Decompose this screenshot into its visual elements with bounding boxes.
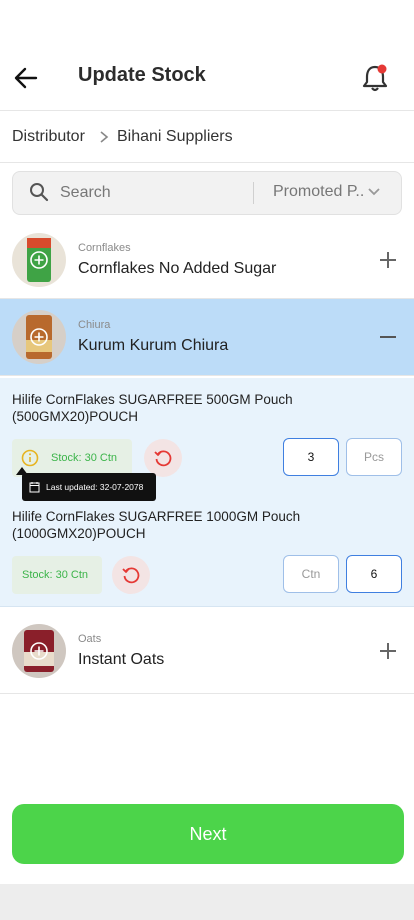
info-icon[interactable] [21,449,39,467]
quantity-input-primary[interactable]: 6 [346,555,402,593]
header: Update Stock [0,40,414,111]
category-label: Oats [78,633,102,645]
category-row-cornflakes[interactable]: Cornflakes Cornflakes No Added Sugar [0,222,414,299]
search-divider [253,182,254,204]
chevron-down-icon[interactable] [367,186,381,198]
tooltip-text: Last updated: 32-07-2078 [46,482,144,492]
category-name: Kurum Kurum Chiura [78,337,229,354]
back-arrow-icon[interactable] [10,62,42,94]
refresh-icon [122,567,140,584]
category-name: Instant Oats [78,651,165,668]
search-input[interactable]: Search [60,184,111,202]
stock-badge: Stock: 30 Ctn [12,556,102,594]
stock-text: Stock: 30 Ctn [22,569,89,581]
last-updated-tooltip: Last updated: 32-07-2078 [16,467,156,501]
category-name: Cornflakes No Added Sugar [78,260,277,277]
reset-button[interactable] [112,556,150,594]
chevron-right-icon [100,131,109,143]
product-thumbnail [12,233,66,287]
category-row-oats[interactable]: Oats Instant Oats [0,611,414,694]
breadcrumb-distributor[interactable]: Distributor [12,128,85,146]
add-circle-icon[interactable] [29,641,49,661]
stock-text: Stock: 30 Ctn [51,452,118,464]
plus-icon[interactable] [378,641,398,661]
quantity-input-secondary[interactable]: Pcs [346,438,402,476]
category-label: Chiura [78,319,111,331]
search-icon [30,183,49,202]
search-bar: Search Promoted P.. [0,162,414,223]
category-row-chiura[interactable]: Chiura Kurum Kurum Chiura [0,299,414,376]
bell-icon[interactable] [360,62,390,94]
search-box[interactable]: Search Promoted P.. [12,171,402,215]
product-thumbnail [12,310,66,364]
filter-select[interactable]: Promoted P.. [273,183,364,201]
reset-button[interactable] [144,439,182,477]
bottom-bar [0,884,414,920]
quantity-input-primary[interactable]: 3 [283,438,339,476]
product-name: Hilife CornFlakes SUGARFREE 500GM Pouch … [12,392,293,424]
category-label: Cornflakes [78,242,131,254]
page-title: Update Stock [78,64,206,86]
add-circle-icon[interactable] [29,250,49,270]
quantity-input-secondary[interactable]: Ctn [283,555,339,593]
breadcrumb: Distributor Bihani Suppliers [0,110,414,163]
calendar-icon [29,482,40,493]
notification-dot [377,64,387,74]
add-circle-icon[interactable] [29,327,49,347]
breadcrumb-current: Bihani Suppliers [117,128,233,145]
product-thumbnail [12,624,66,678]
plus-icon[interactable] [378,250,398,270]
minus-icon[interactable] [378,327,398,347]
next-button[interactable]: Next [12,804,404,864]
product-name: Hilife CornFlakes SUGARFREE 1000GM Pouch… [12,509,301,541]
stock-badge: Stock: 30 Ctn [12,439,132,477]
tooltip-arrow [16,467,28,475]
refresh-icon [154,450,172,467]
